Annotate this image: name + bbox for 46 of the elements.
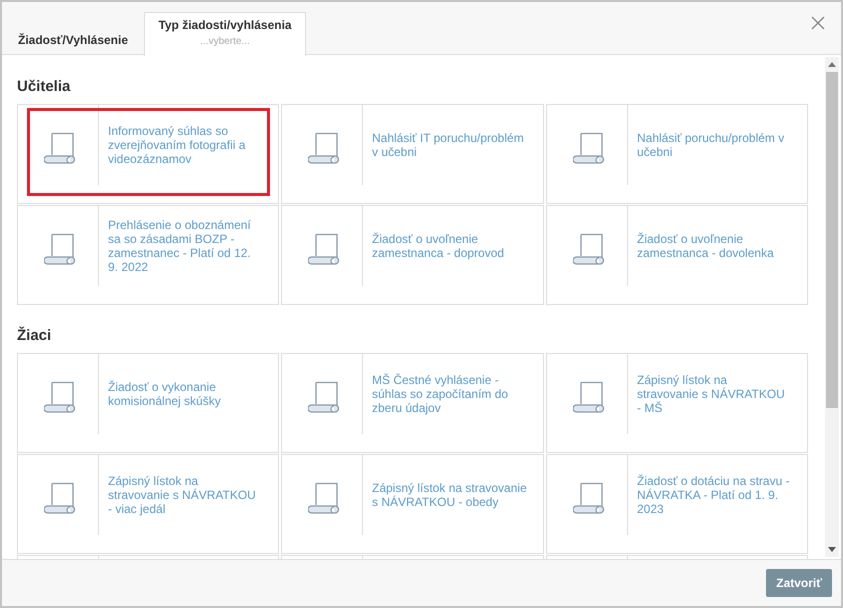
form-title[interactable]: Zápisný lístok na stravovanie s NÁVRATKOU - viac jedál (108, 474, 262, 516)
form-card[interactable]: Zápisný lístok na stravovanie s NÁVRATKOU - obedy (281, 454, 544, 554)
form-title[interactable]: Nahlásiť IT poruchu/problém v učebni (372, 131, 527, 159)
form-card[interactable]: Prehlásenie o oboznámení sa so zásadami BOZP - zamestnanec - Platí od 12. 9. 2022 (17, 205, 279, 305)
scroll-down-icon[interactable] (828, 547, 836, 552)
form-card[interactable]: Zápisný lístok na stravovanie s NÁVRATKOU - MŠ (546, 353, 808, 453)
tab[interactable]: Typ žiadosti/vyhlásenia ...vyberte... (144, 12, 306, 56)
scroll-document-icon (308, 482, 340, 516)
form-title[interactable]: Informovaný súhlas so zverejňovaním fotografii a videozáznamov (108, 124, 262, 166)
form-card[interactable]: Nahlásiť IT poruchu/problém v učebni (281, 104, 544, 204)
form-card[interactable]: MŠ Čestné vyhlásenie - súhlas so započítaním do zberu údajov (281, 353, 544, 453)
form-card[interactable]: Informovaný súhlas so zverejňovaním fotografii a videozáznamov (17, 104, 279, 204)
scroll-document-icon (44, 132, 76, 166)
scroll-document-icon (573, 132, 605, 166)
form-title[interactable]: Žiadosť o dotáciu na stravu - NÁVRATKA - Platí od 1. 9. 2023 (637, 474, 791, 516)
form-title[interactable]: Žiadosť o uvoľnenie zamestnanca - dovolenka (637, 232, 791, 260)
scroll-document-icon (573, 233, 605, 267)
form-card[interactable]: Žiadosť o dotáciu na stravu - NÁVRATKA - Platí od 1. 9. 2023 (546, 454, 808, 554)
form-title[interactable]: Nahlásiť poruchu/problém v učebni (637, 131, 791, 159)
form-card[interactable]: Žiadosť o uvoľnenie zamestnanca - dovolenka (546, 205, 808, 305)
close-button[interactable]: Zatvoriť (766, 569, 832, 597)
scrollbar[interactable] (825, 57, 839, 557)
scroll-document-icon (308, 132, 340, 166)
scroll-document-icon (308, 381, 340, 415)
scroll-up-icon[interactable] (828, 62, 836, 67)
close-icon[interactable] (811, 16, 825, 30)
form-title[interactable]: Zápisný lístok na stravovanie s NÁVRATKOU - obedy (372, 481, 527, 509)
scroll-document-icon (44, 482, 76, 516)
section-heading: Učitelia (17, 78, 72, 96)
form-title[interactable]: Žiadosť o vykonanie komisionálnej skúšky (108, 380, 262, 408)
tab[interactable]: Žiadosť/Vyhlásenie (8, 25, 138, 55)
form-title[interactable]: MŠ Čestné vyhlásenie - súhlas so započítaním do zberu údajov (372, 373, 527, 415)
form-title[interactable]: Žiadosť o uvoľnenie zamestnanca - doprovod (372, 232, 527, 260)
scroll-document-icon (44, 233, 76, 267)
section-heading: Žiaci (17, 327, 52, 345)
form-title[interactable]: Prehlásenie o oboznámení sa so zásadami BOZP - zamestnanec - Platí od 12. 9. 2022 (108, 218, 262, 274)
form-title[interactable]: Zápisný lístok na stravovanie s NÁVRATKOU - MŠ (637, 373, 791, 415)
form-card[interactable]: Žiadosť o vykonanie komisionálnej skúšky (17, 353, 279, 453)
form-card[interactable]: Žiadosť o uvoľnenie zamestnanca - doprovod (281, 205, 544, 305)
form-card[interactable]: Zápisný lístok na stravovanie s NÁVRATKOU - viac jedál (17, 454, 279, 554)
scroll-document-icon (573, 482, 605, 516)
scroll-document-icon (308, 233, 340, 267)
scroll-document-icon (44, 381, 76, 415)
scroll-document-icon (573, 381, 605, 415)
form-card[interactable]: Nahlásiť poruchu/problém v učebni (546, 104, 808, 204)
scrollbar-thumb[interactable] (826, 72, 838, 408)
